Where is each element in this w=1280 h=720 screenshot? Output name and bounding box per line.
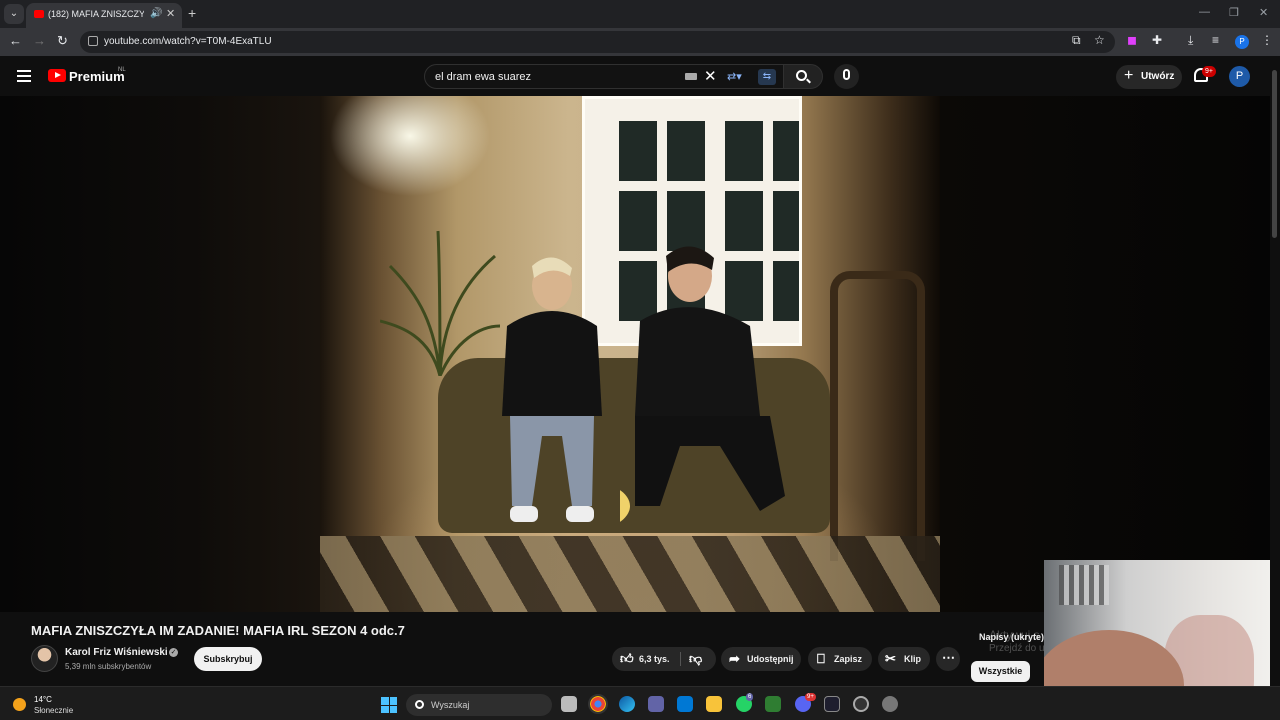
- excel-like-icon[interactable]: [765, 696, 781, 712]
- person-left: [502, 257, 602, 522]
- like-dislike-group: 👍︎ 6,3 tys. 👎︎: [612, 647, 716, 671]
- scrollbar-thumb[interactable]: [1272, 70, 1277, 238]
- voice-search-button[interactable]: [834, 64, 859, 89]
- video-player[interactable]: [0, 96, 1270, 612]
- windows-start-icon[interactable]: [381, 697, 397, 713]
- plant-decoration: [380, 230, 500, 376]
- notifications-badge: 9+: [1202, 66, 1216, 77]
- browser-tab-strip: ⌄ (182) MAFIA ZNISZCZYŁA IM ZADANIE! MAF…: [0, 0, 1280, 28]
- address-bar[interactable]: youtube.com/watch?v=T0M-4ExaTLU: [80, 31, 1115, 53]
- taskbar-search-label: Wyszukaj: [431, 700, 470, 710]
- keyboard-icon[interactable]: [685, 73, 697, 80]
- logo-region: NL: [118, 67, 126, 73]
- dislike-thumb-icon[interactable]: 👎︎: [689, 651, 702, 667]
- store-icon[interactable]: [677, 696, 693, 712]
- plus-icon: +: [1124, 67, 1134, 84]
- weather-description[interactable]: Słonecznie: [34, 706, 73, 715]
- subscribe-button[interactable]: Subskrybuj: [194, 647, 262, 671]
- site-info-icon[interactable]: [88, 36, 98, 46]
- install-app-icon[interactable]: ⧉: [1072, 33, 1081, 48]
- sun-icon[interactable]: [13, 698, 26, 711]
- obs-icon[interactable]: [853, 696, 869, 712]
- downloads-icon[interactable]: ⤓: [1188, 33, 1193, 48]
- discord-badge: 9+: [805, 693, 816, 701]
- activation-watermark-sub: Przejdź do u: [989, 643, 1045, 654]
- logo-text[interactable]: Premium: [69, 69, 125, 84]
- search-extension-icon[interactable]: ⇆: [758, 69, 776, 85]
- file-explorer-icon[interactable]: [706, 696, 722, 712]
- save-label: Zapisz: [834, 654, 863, 664]
- bookmark-star-icon[interactable]: ☆: [1094, 33, 1105, 47]
- page-scrollbar[interactable]: [1270, 56, 1280, 696]
- clip-button[interactable]: ✂ Klip: [878, 647, 930, 671]
- chip-all[interactable]: Wszystkie: [971, 661, 1030, 682]
- minimize-icon[interactable]: —: [1199, 6, 1210, 18]
- forward-icon[interactable]: →: [33, 33, 46, 48]
- verified-check-icon: ✓: [169, 648, 178, 657]
- reload-icon[interactable]: ↻: [57, 33, 68, 49]
- app-icon[interactable]: [824, 696, 840, 712]
- youtube-logo-icon[interactable]: [48, 69, 66, 82]
- translate-icon[interactable]: ⇄▾: [727, 70, 742, 83]
- like-count[interactable]: 6,3 tys.: [639, 654, 670, 664]
- weather-temperature[interactable]: 14°C: [34, 695, 52, 704]
- microphone-icon: [843, 69, 850, 80]
- create-button[interactable]: + Utwórz: [1116, 65, 1182, 89]
- channel-avatar[interactable]: [31, 645, 58, 672]
- settings-gear-icon[interactable]: [882, 696, 898, 712]
- clear-search-icon[interactable]: ✕: [704, 67, 717, 85]
- subscriber-count: 5,39 mln subskrybentów: [65, 662, 152, 671]
- browser-toolbar: ← → ↻ youtube.com/watch?v=T0M-4ExaTLU ⧉ …: [0, 28, 1280, 56]
- windows-taskbar: 14°C Słonecznie Wyszukaj 6 9+: [0, 686, 1280, 720]
- chrome-menu-icon[interactable]: ⋮: [1261, 33, 1273, 47]
- chair: [830, 271, 925, 561]
- more-actions-button[interactable]: ⋯: [936, 647, 960, 671]
- share-label: Udostępnij: [747, 654, 794, 664]
- tab-close-icon[interactable]: ✕: [166, 7, 175, 20]
- menu-icon[interactable]: [17, 70, 31, 82]
- tab-search-icon[interactable]: ⌄: [4, 4, 24, 24]
- like-thumb-icon[interactable]: 👍︎: [620, 651, 634, 667]
- back-icon[interactable]: ←: [9, 33, 22, 48]
- search-icon: [415, 700, 424, 709]
- whatsapp-badge: 6: [746, 693, 754, 701]
- scissors-icon: ✂: [885, 651, 896, 666]
- speaker-icon[interactable]: 🔊: [150, 8, 162, 19]
- checkered-floor: [320, 536, 940, 612]
- extension-icon[interactable]: ◼: [1127, 33, 1137, 47]
- maximize-icon[interactable]: ❐: [1229, 6, 1239, 19]
- share-button[interactable]: ➦ Udostępnij: [721, 647, 801, 671]
- channel-name[interactable]: Karol Friz Wiśniewski: [65, 647, 168, 658]
- clip-label: Klip: [904, 654, 921, 664]
- captions-status: Napisy (ukryte): [979, 632, 1045, 642]
- video-frame: [320, 96, 940, 612]
- create-label: Utwórz: [1141, 71, 1175, 82]
- youtube-masthead: Premium NL el dram ewa suarez ✕ ⇄▾ ⇆ + U…: [0, 56, 1280, 96]
- more-dots-icon: ⋯: [942, 650, 955, 665]
- person-right: [620, 246, 785, 522]
- edge-icon[interactable]: [619, 696, 635, 712]
- reading-list-icon[interactable]: ≡: [1212, 33, 1219, 47]
- chrome-profile-avatar[interactable]: P: [1235, 35, 1249, 49]
- account-avatar[interactable]: P: [1229, 66, 1250, 87]
- chrome-icon[interactable]: [588, 694, 608, 714]
- tab-title: (182) MAFIA ZNISZCZYŁA IM ZADANIE! MAFIA…: [48, 9, 144, 19]
- url-text[interactable]: youtube.com/watch?v=T0M-4ExaTLU: [104, 36, 272, 47]
- window-close-icon[interactable]: ✕: [1259, 6, 1268, 19]
- new-tab-icon[interactable]: +: [188, 5, 196, 21]
- search-query[interactable]: el dram ewa suarez: [435, 71, 531, 83]
- share-arrow-icon: ➦: [729, 651, 740, 666]
- video-title: MAFIA ZNISZCZYŁA IM ZADANIE! MAFIA IRL S…: [31, 623, 405, 638]
- youtube-favicon-icon: [34, 10, 44, 18]
- search-button[interactable]: [783, 64, 823, 89]
- teams-icon[interactable]: [648, 696, 664, 712]
- extensions-puzzle-icon[interactable]: ✚: [1152, 33, 1162, 47]
- taskbar-search[interactable]: Wyszukaj: [406, 694, 552, 716]
- bookmark-icon: ⎕: [817, 651, 825, 666]
- save-button[interactable]: ⎕ Zapisz: [808, 647, 872, 671]
- browser-tab-active[interactable]: (182) MAFIA ZNISZCZYŁA IM ZADANIE! MAFIA…: [26, 3, 182, 28]
- task-view-icon[interactable]: [561, 696, 577, 712]
- search-input[interactable]: el dram ewa suarez ✕ ⇄▾ ⇆: [424, 64, 784, 89]
